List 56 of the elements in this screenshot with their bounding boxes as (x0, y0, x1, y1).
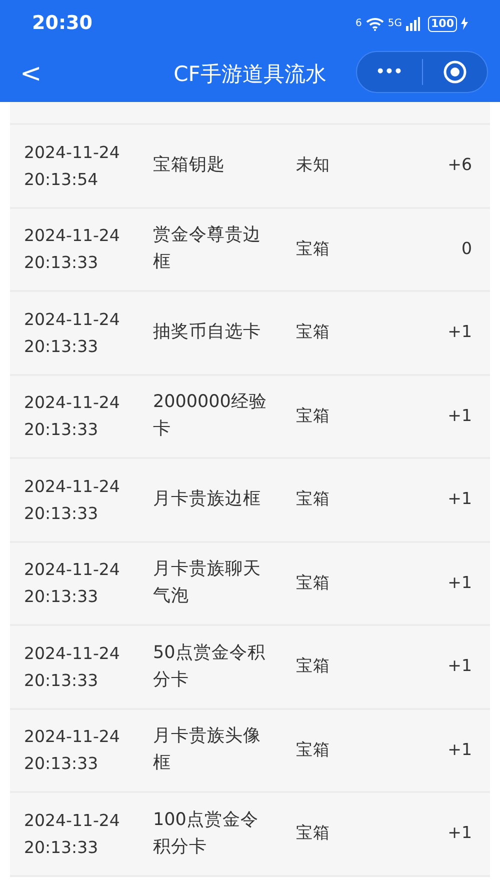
source-type: 宝箱 (296, 321, 331, 344)
record-time: 20:13:33 (24, 336, 100, 358)
record-time: 20:13:33 (24, 419, 100, 442)
record-date: 2024-11-24 (24, 142, 121, 164)
item-name: 月卡贵族头像框 (153, 725, 262, 776)
record-time: 20:13:33 (24, 586, 100, 608)
record-time: 20:13:33 (24, 502, 100, 525)
record-time: 20:13:33 (24, 836, 100, 859)
status-time: 20:30 (32, 11, 92, 36)
record-time: 20:13:33 (24, 670, 100, 692)
record-date: 2024-11-24 (24, 308, 121, 331)
record-time: 20:13:33 (24, 252, 100, 274)
record-time: 20:13:54 (24, 168, 100, 191)
page-title: CF手游道具流水 (174, 60, 326, 88)
item-name: 月卡贵族聊天气泡 (153, 558, 262, 608)
source-type: 宝箱 (296, 488, 331, 510)
item-count: +1 (446, 404, 473, 427)
item-count: +1 (446, 822, 473, 844)
source-type: 宝箱 (296, 404, 331, 427)
record-date: 2024-11-24 (24, 810, 121, 832)
record-date: 2024-11-24 (24, 559, 121, 582)
source-type: 宝箱 (296, 238, 331, 260)
more-button[interactable]: ••• (357, 52, 422, 92)
wifi-icon (366, 16, 384, 30)
source-type: 宝箱 (296, 738, 331, 761)
source-type: 宝箱 (296, 822, 331, 844)
item-name: 月卡贵族边框 (153, 488, 262, 512)
record-date: 2024-11-24 (24, 392, 121, 414)
item-name: 宝箱钥匙 (153, 154, 226, 178)
item-name: 50点赏金令积分卡 (153, 642, 266, 692)
record-date: 2024-11-24 (24, 225, 121, 248)
wifi-label: 6 (356, 17, 362, 31)
record-date: 2024-11-24 (24, 726, 121, 748)
record-date: 2024-11-24 (24, 642, 121, 665)
item-name: 抽奖币自选卡 (153, 321, 262, 344)
close-icon (442, 60, 467, 84)
item-count: +1 (446, 655, 473, 678)
back-button[interactable]: < (14, 55, 48, 94)
signal-icon (406, 16, 420, 30)
record-date: 2024-11-24 (24, 476, 121, 498)
source-type: 宝箱 (296, 655, 331, 678)
item-name: 赏金令尊贵边框 (153, 224, 262, 274)
battery-level: 100 (428, 16, 457, 32)
charging-icon (461, 17, 468, 30)
record-time: 20:13:33 (24, 753, 100, 776)
item-name: 2000000经验卡 (153, 391, 268, 442)
item-count: 0 (460, 238, 473, 260)
item-count: +6 (446, 154, 473, 176)
item-count: +1 (446, 321, 473, 344)
item-count: +1 (446, 738, 473, 761)
source-type: 未知 (296, 154, 331, 176)
item-count: +1 (446, 488, 473, 510)
item-name: 100点赏金令积分卡 (153, 808, 260, 859)
network-label: 5G (388, 17, 402, 31)
source-type: 宝箱 (296, 572, 331, 594)
item-count: +1 (446, 572, 473, 594)
